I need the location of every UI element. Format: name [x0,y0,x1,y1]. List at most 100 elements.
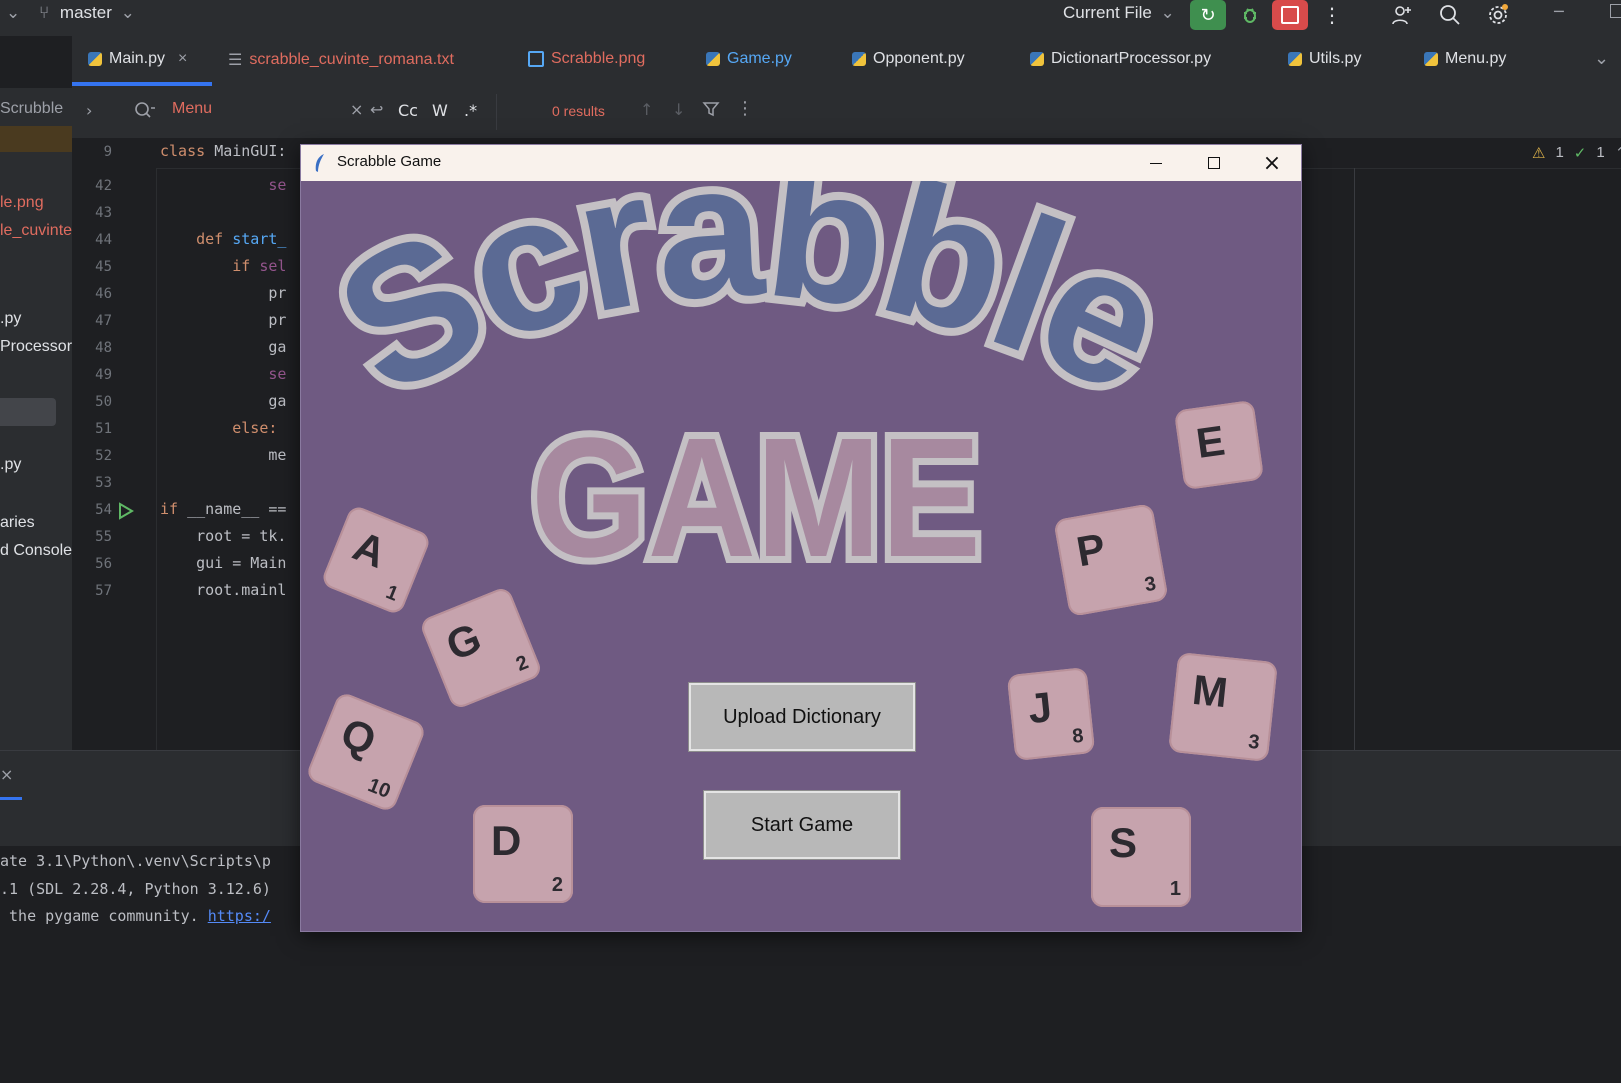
window-titlebar[interactable]: Scrabble Game × [301,145,1301,181]
code-line: pr [160,284,287,302]
minimize-ide-button[interactable]: ─ [1554,2,1564,21]
line-number: 43 [95,205,112,221]
tab-label: scrabble_cuvinte_romana.txt [249,51,454,68]
tab-opponent-py[interactable]: Opponent.py [852,50,965,68]
more-actions-button[interactable]: ⋮ [1314,0,1350,30]
tree-item[interactable]: .py [0,310,21,328]
selected-row-highlight [0,126,72,152]
stop-button[interactable] [1272,0,1308,30]
chevron-down-icon: ⌄ [6,3,21,22]
start-game-button[interactable]: Start Game [703,790,901,860]
regex-toggle[interactable]: .* [464,101,477,120]
code-line: class MainGUI: [160,142,287,160]
tab-label: Opponent.py [873,50,965,67]
upload-dictionary-button[interactable]: Upload Dictionary [688,682,916,752]
close-icon: × [1262,150,1282,176]
next-occurrence-button[interactable]: ↓ [672,100,685,119]
tab-game-py[interactable]: Game.py [706,50,792,68]
settings-button[interactable] [1480,0,1516,30]
warning-icon: ⚠ [1532,145,1546,162]
tab-scrabble-cuvinte-romana[interactable]: ☰ scrabble_cuvinte_romana.txt [228,50,454,70]
tab-menu-py[interactable]: Menu.py [1424,50,1506,68]
tab-main-py[interactable]: Main.py × [88,50,187,68]
rerun-button[interactable]: ↻ [1190,0,1226,30]
close-icon[interactable]: × [0,765,13,784]
maximize-button[interactable] [1185,145,1243,181]
code-line: pr [160,311,287,329]
inspections-widget[interactable]: ⚠ 1 ✓ 1 ⌃ [1532,144,1621,162]
tree-item[interactable]: Processor [0,338,72,356]
arrow-down-icon: ↓ [672,100,686,119]
tabs-overflow-button[interactable]: ⌄ [1594,48,1609,69]
branch-name: master [59,3,112,22]
line-number: 56 [95,556,112,572]
scrabble-game-window: Scrabble Game × Scrabble GAME A1 G2 Q 10 … [300,144,1302,932]
letter-tile: D2 [473,805,573,903]
logo-line2: GAME [531,403,981,593]
whole-words-toggle[interactable]: W [432,101,448,120]
tree-item[interactable]: d Console [0,542,72,560]
line-number: 55 [95,529,112,545]
tile-letter: A [346,521,393,577]
line-number: 9 [103,144,112,160]
new-line-toggle[interactable]: ↩ [370,100,383,119]
tree-item[interactable]: .py [0,456,21,474]
tile-letter: E [1193,416,1228,467]
debug-button[interactable] [1232,0,1268,30]
tab-utils-py[interactable]: Utils.py [1288,50,1361,68]
search-history-button[interactable] [134,100,156,124]
tab-label: Menu.py [1445,50,1507,67]
python-file-icon [1030,52,1044,66]
tree-item[interactable]: aries [0,514,35,532]
add-user-button[interactable] [1384,0,1420,30]
arrow-up-icon: ↑ [640,100,654,119]
code-line: se [160,365,287,383]
close-icon[interactable]: × [178,50,187,68]
close-button[interactable]: × [1243,145,1301,181]
run-gutter-button[interactable] [118,502,134,524]
console-line: ate 3.1\Python\.venv\Scripts\p [0,852,271,870]
divider [496,94,497,130]
project-root[interactable]: Scrubble [0,100,63,118]
line-number: 50 [95,394,112,410]
console-line: .1 (SDL 2.28.4, Python 3.12.6) [0,880,271,898]
line-number: 53 [95,475,112,491]
stop-icon [1281,6,1299,24]
gear-icon [1489,4,1508,24]
logo-line1: Scrabble [301,181,1203,443]
line-number: 44 [95,232,112,248]
tree-item[interactable]: le.png [0,194,44,212]
console-line: the pygame community. https:/ [0,907,271,925]
code-line: if __name__ == [160,500,287,518]
tab-scrabble-png[interactable]: Scrabble.png [528,50,645,68]
letter-tile: S1 [1091,807,1191,907]
line-number: 47 [95,313,112,329]
text-file-icon: ☰ [228,52,243,69]
branch-selector[interactable]: ⌄ ⑂ master ⌄ [6,3,135,23]
filter-button[interactable] [702,100,720,122]
tile-value: 2 [513,651,532,676]
code-line: ga [160,392,287,410]
chevron-right-icon[interactable]: › [86,101,92,120]
run-config-selector[interactable]: Current File ⌄ [1063,3,1175,23]
match-case-toggle[interactable]: Cc [398,101,418,120]
scroll-thumb[interactable] [0,398,56,426]
chevron-down-icon: ⌄ [120,3,135,22]
tile-letter: D [491,817,522,864]
letter-tile: P3 [1053,503,1169,617]
chevron-down-icon: ⌄ [1594,48,1610,69]
search-everywhere-button[interactable] [1432,0,1468,30]
clear-search-button[interactable]: × [350,100,363,119]
tile-letter: Q [334,708,383,765]
console-link[interactable]: https:/ [208,907,271,925]
restore-ide-button[interactable] [1610,4,1621,18]
tree-item[interactable]: le_cuvinte [0,222,72,240]
tile-letter: J [1025,683,1055,733]
more-vertical-icon: ⋮ [736,98,754,119]
search-input[interactable]: Menu [172,100,212,118]
previous-occurrence-button[interactable]: ↑ [640,100,653,119]
minimize-button[interactable] [1127,145,1185,181]
tab-dictionartprocessor-py[interactable]: DictionartProcessor.py [1030,50,1211,68]
more-options-button[interactable]: ⋮ [736,98,754,119]
tile-value: 3 [1142,572,1158,597]
